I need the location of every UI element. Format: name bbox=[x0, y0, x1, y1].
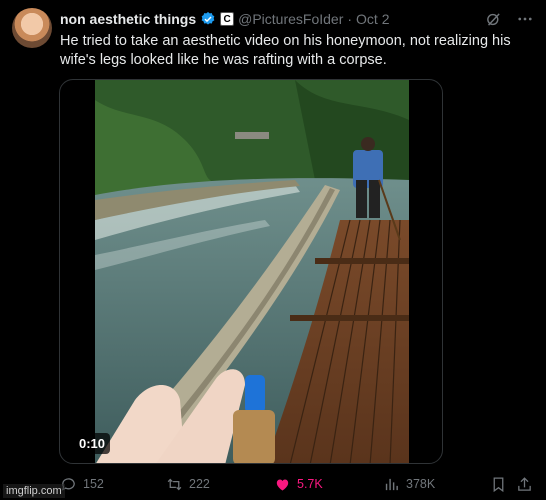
video-frame[interactable] bbox=[95, 80, 409, 463]
avatar[interactable] bbox=[12, 8, 52, 48]
display-name[interactable]: non aesthetic things bbox=[60, 11, 196, 27]
views-count: 378K bbox=[406, 477, 436, 491]
post-date[interactable]: Oct 2 bbox=[356, 11, 389, 27]
share-icon bbox=[518, 476, 531, 491]
handle[interactable]: @PicturesFoIder bbox=[238, 11, 343, 27]
bookmark-icon bbox=[493, 476, 504, 492]
views-button[interactable]: 378K bbox=[383, 476, 435, 493]
share-button[interactable] bbox=[516, 476, 533, 493]
header-actions bbox=[484, 10, 534, 28]
affiliate-badge: C bbox=[220, 12, 235, 26]
reply-count: 152 bbox=[83, 477, 104, 491]
like-count: 5.7K bbox=[297, 477, 323, 491]
more-icon[interactable] bbox=[516, 10, 534, 28]
repost-count: 222 bbox=[189, 477, 210, 491]
grok-icon[interactable] bbox=[484, 10, 502, 28]
like-button[interactable]: 5.7K bbox=[274, 476, 323, 493]
tweet-text: He tried to take an aesthetic video on h… bbox=[60, 33, 511, 68]
repost-icon bbox=[167, 478, 182, 490]
heart-icon bbox=[276, 479, 289, 491]
watermark: imgflip.com bbox=[3, 484, 65, 498]
bookmark-button[interactable] bbox=[490, 476, 507, 493]
video-duration: 0:10 bbox=[74, 433, 111, 454]
video-player[interactable]: 0:10 bbox=[59, 79, 443, 464]
verified-badge-icon bbox=[200, 11, 216, 27]
reply-button[interactable]: 152 bbox=[60, 476, 104, 493]
action-bar: 152 222 5.7K 378K bbox=[60, 474, 536, 494]
views-icon bbox=[385, 478, 398, 490]
separator-dot: · bbox=[347, 11, 353, 27]
video-thumbnail bbox=[95, 80, 409, 463]
tweet-header: non aesthetic things C @PicturesFoIder ·… bbox=[60, 9, 534, 29]
repost-button[interactable]: 222 bbox=[166, 476, 210, 493]
